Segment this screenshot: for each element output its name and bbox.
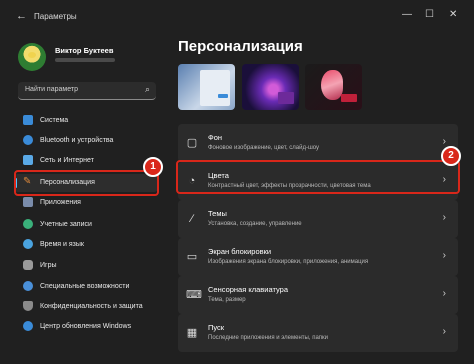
sidebar-item-bluetooth[interactable]: Bluetooth и устройства (14, 132, 158, 150)
sidebar-item-label: Сеть и Интернет (40, 157, 94, 164)
maximize-icon[interactable]: ☐ (425, 9, 434, 20)
sidebar-item-gaming[interactable]: Игры (14, 257, 158, 275)
highlight-box-personalization (14, 170, 159, 196)
card-subtitle: Последние приложения и элементы, папки (208, 335, 328, 341)
sidebar-item-accessibility[interactable]: Специальные возможности (14, 278, 158, 296)
bluetooth-icon (23, 135, 33, 145)
sidebar-item-label: Игры (40, 262, 57, 269)
sidebar-item-label: Приложения (40, 199, 81, 206)
close-icon[interactable]: ✕ (449, 9, 457, 20)
search-box[interactable]: Найти параметр ⌕ (18, 82, 156, 100)
sidebar-item-apps[interactable]: Приложения (14, 194, 158, 212)
theme-thumbnail-1[interactable] (178, 64, 235, 110)
sidebar-item-label: Bluetooth и устройства (40, 137, 114, 144)
sidebar-item-label: Время и язык (40, 241, 84, 248)
chevron-right-icon: › (442, 212, 446, 223)
theme-thumbnail-2[interactable] (242, 64, 299, 110)
step-badge-2: 2 (441, 146, 461, 166)
settings-window: ← Параметры — ☐ ✕ Виктор Буктеев Найти п… (0, 0, 474, 364)
update-icon (23, 321, 33, 331)
gamepad-icon (23, 260, 33, 270)
card-title: Экран блокировки (208, 247, 272, 256)
app-title: Параметры (34, 12, 77, 21)
chevron-right-icon: › (442, 326, 446, 337)
sidebar-item-label: Система (40, 117, 69, 124)
sidebar-item-label: Специальные возможности (40, 283, 130, 290)
search-input[interactable]: Найти параметр (25, 86, 78, 93)
sidebar-item-accounts[interactable]: Учетные записи (14, 216, 158, 234)
start-icon: ▦ (186, 327, 198, 339)
card-title: Темы (208, 209, 227, 218)
highlight-box-colors (176, 160, 460, 194)
chevron-right-icon: › (442, 136, 446, 147)
sidebar-item-label: Учетные записи (40, 221, 92, 228)
minimize-icon[interactable]: — (402, 9, 412, 20)
accessibility-icon (23, 281, 33, 291)
wifi-icon (23, 155, 33, 165)
card-start[interactable]: ▦ Пуск Последние приложения и элементы, … (178, 314, 458, 352)
sidebar-item-network[interactable]: Сеть и Интернет (14, 152, 158, 170)
image-icon: ▢ (186, 137, 198, 149)
card-background[interactable]: ▢ Фон Фоновое изображение, цвет, слайд-ш… (178, 124, 458, 162)
step-badge-1: 1 (143, 157, 163, 177)
brush-icon: ∕ (191, 213, 193, 225)
back-arrow-icon[interactable]: ← (16, 10, 27, 22)
card-subtitle: Изображения экрана блокировки, приложени… (208, 259, 369, 265)
sidebar-item-windows-update[interactable]: Центр обновления Windows (14, 318, 158, 336)
theme-thumbnail-3[interactable] (305, 64, 362, 110)
avatar[interactable] (18, 43, 46, 71)
card-touch-keyboard[interactable]: ⌨ Сенсорная клавиатура Тема, размер › (178, 276, 458, 314)
shield-icon (23, 301, 33, 311)
lockscreen-icon: ▭ (186, 251, 198, 263)
apps-icon (23, 197, 33, 207)
card-title: Сенсорная клавиатура (208, 285, 288, 294)
page-title: Персонализация (178, 38, 303, 55)
monitor-icon (23, 115, 33, 125)
globe-clock-icon (23, 239, 33, 249)
sidebar-item-privacy[interactable]: Конфиденциальность и защита (14, 298, 158, 316)
card-subtitle: Установка, создание, управление (208, 221, 302, 227)
sidebar-item-system[interactable]: Система (14, 112, 158, 130)
card-lock-screen[interactable]: ▭ Экран блокировки Изображения экрана бл… (178, 238, 458, 276)
card-title: Фон (208, 133, 223, 142)
title-bar: ← Параметры — ☐ ✕ (0, 0, 474, 34)
chevron-right-icon: › (442, 250, 446, 261)
user-name: Виктор Буктеев (55, 46, 114, 55)
card-subtitle: Тема, размер (208, 297, 246, 303)
account-icon (23, 219, 33, 229)
sidebar-item-label: Центр обновления Windows (40, 323, 132, 330)
card-subtitle: Фоновое изображение, цвет, слайд-шоу (208, 145, 320, 151)
keyboard-icon: ⌨ (186, 289, 202, 301)
search-icon: ⌕ (144, 84, 150, 94)
card-themes[interactable]: ∕ Темы Установка, создание, управление › (178, 200, 458, 238)
sidebar-item-label: Конфиденциальность и защита (40, 303, 143, 310)
card-title: Пуск (208, 323, 225, 332)
sidebar-item-time-language[interactable]: Время и язык (14, 236, 158, 254)
chevron-right-icon: › (442, 288, 446, 299)
user-email-redacted (55, 58, 115, 62)
